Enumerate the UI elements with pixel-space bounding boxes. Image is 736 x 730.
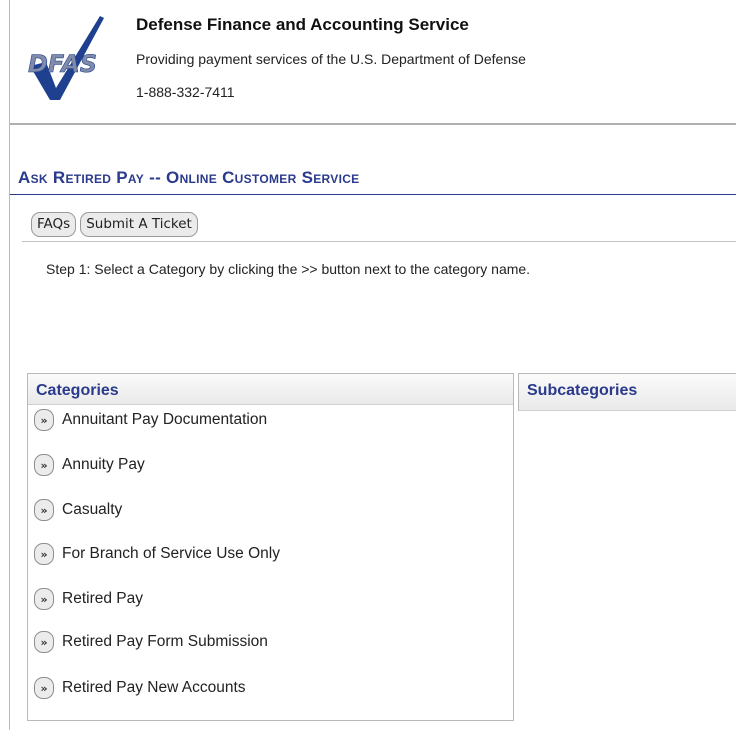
category-label: Annuity Pay	[62, 456, 145, 473]
dfas-logo: DFAS	[24, 14, 124, 104]
phone-number: 1-888-332-7411	[136, 84, 235, 100]
title-divider	[10, 194, 736, 195]
select-category-button[interactable]: »	[34, 588, 54, 610]
tagline: Providing payment services of the U.S. D…	[136, 51, 526, 67]
subcategories-header: Subcategories	[519, 374, 736, 411]
tab-submit-ticket[interactable]: Submit A Ticket	[80, 212, 198, 237]
select-category-button[interactable]: »	[34, 499, 54, 521]
select-category-button[interactable]: »	[34, 454, 54, 476]
select-category-button[interactable]: »	[34, 677, 54, 699]
category-item: » For Branch of Service Use Only	[34, 542, 280, 566]
tabs-divider	[22, 241, 736, 242]
header-divider	[10, 123, 736, 125]
category-item: » Retired Pay New Accounts	[34, 676, 246, 700]
category-label: Retired Pay	[62, 590, 143, 607]
category-label: Retired Pay New Accounts	[62, 679, 246, 696]
category-label: Casualty	[62, 501, 123, 518]
select-category-button[interactable]: »	[34, 631, 54, 653]
subcategories-panel: Subcategories	[518, 373, 736, 411]
category-item: » Annuitant Pay Documentation	[34, 408, 267, 432]
svg-text:DFAS: DFAS	[28, 50, 97, 78]
page-frame: DFAS Defense Finance and Accounting Serv…	[9, 0, 736, 730]
tab-bar: FAQs Submit A Ticket	[31, 212, 198, 237]
step-instructions: Step 1: Select a Category by clicking th…	[46, 261, 531, 277]
category-item: » Annuity Pay	[34, 453, 145, 477]
category-item: » Retired Pay	[34, 587, 143, 611]
tab-faqs[interactable]: FAQs	[31, 212, 77, 237]
select-category-button[interactable]: »	[34, 543, 54, 565]
category-label: Retired Pay Form Submission	[62, 633, 268, 650]
categories-panel: Categories » Annuitant Pay Documentation…	[27, 373, 514, 721]
category-item: » Casualty	[34, 498, 122, 522]
select-category-button[interactable]: »	[34, 409, 54, 431]
category-label: For Branch of Service Use Only	[62, 545, 280, 562]
category-label: Annuitant Pay Documentation	[62, 411, 268, 428]
category-item: » Retired Pay Form Submission	[34, 630, 268, 654]
page-title: Ask Retired Pay -- Online Customer Servi…	[18, 168, 360, 187]
org-name: Defense Finance and Accounting Service	[136, 15, 469, 34]
categories-header: Categories	[28, 374, 513, 405]
